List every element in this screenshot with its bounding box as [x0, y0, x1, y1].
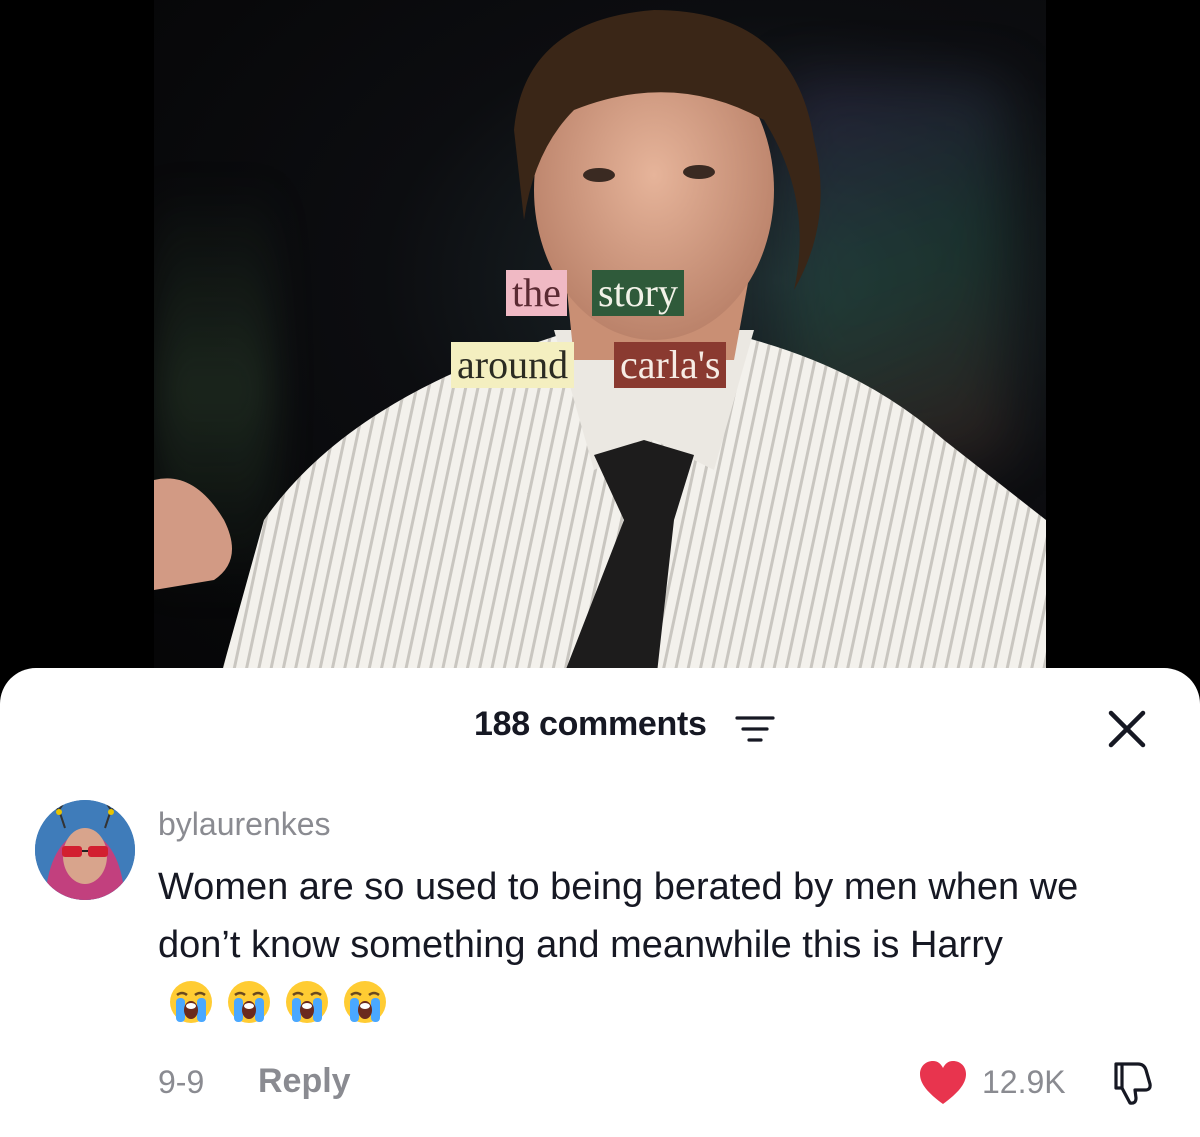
comment-username[interactable]: bylaurenkes: [158, 806, 331, 843]
overlay-word-around: around: [451, 342, 575, 388]
video-frame-image: [154, 10, 1046, 700]
comments-sheet: 188 comments bylaurenkes Women are so us…: [0, 668, 1200, 1137]
overlay-word-the: the: [506, 270, 567, 316]
video-player[interactable]: the story around carla's: [154, 0, 1046, 700]
loudly-crying-face-icon: [228, 980, 270, 1023]
comment-text: Women are so used to being berated by me…: [158, 866, 1079, 966]
comment-date: 9-9: [158, 1064, 205, 1100]
loudly-crying-face-icon: [344, 980, 386, 1023]
overlay-word-story: story: [592, 270, 684, 316]
filter-icon[interactable]: [735, 714, 775, 744]
heart-icon[interactable]: [918, 1060, 968, 1106]
avatar[interactable]: [35, 800, 135, 900]
comment-body: Women are so used to being berated by me…: [158, 858, 1168, 1034]
thumbs-down-icon[interactable]: [1108, 1058, 1156, 1106]
comment-count: 188 comments: [474, 705, 707, 743]
emoji-group: [168, 976, 400, 1034]
comments-header: 188 comments: [0, 668, 1200, 784]
overlay-word-carlas: carla's: [614, 342, 727, 388]
close-icon[interactable]: [1106, 708, 1148, 750]
like-count: 12.9K: [982, 1064, 1066, 1100]
screen: the story around carla's 188 comments by…: [0, 0, 1200, 1137]
reply-button[interactable]: Reply: [258, 1062, 351, 1101]
loudly-crying-face-icon: [286, 980, 328, 1023]
loudly-crying-face-icon: [170, 980, 212, 1023]
avatar-image: [35, 800, 135, 900]
